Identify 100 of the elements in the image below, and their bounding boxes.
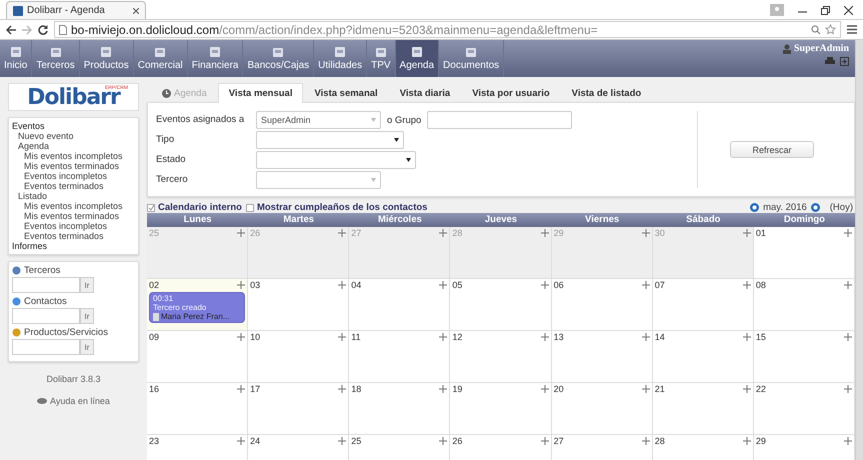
add-icon[interactable] [540,385,549,393]
day-cell[interactable]: 04 [349,279,450,331]
view-tab[interactable]: Vista semanal [303,83,389,103]
add-icon[interactable] [540,229,549,237]
add-icon[interactable] [642,333,650,341]
restore-icon[interactable] [821,6,830,14]
add-icon[interactable] [439,385,448,393]
day-cell[interactable]: 20 [552,383,653,435]
add-icon[interactable] [338,229,346,237]
view-tab[interactable]: Vista de listado [560,83,652,103]
top-menu-item[interactable]: Financiera [188,40,244,77]
add-icon[interactable] [742,385,751,393]
day-cell[interactable]: 18 [349,383,450,435]
add-icon[interactable] [237,437,246,445]
add-icon[interactable] [540,333,549,341]
add-icon[interactable] [844,437,852,445]
browser-tab[interactable]: Dolibarr - Agenda [6,1,146,19]
day-cell[interactable]: 02 00:31 Tercero creado Maria Perez Fran... [147,279,248,331]
top-menu-item[interactable]: Documentos [439,40,504,77]
day-cell[interactable]: 13 [552,331,653,383]
zoom-icon[interactable] [811,24,821,34]
add-icon[interactable] [439,437,448,445]
top-menu-item[interactable]: Bancos/Cajas [243,40,314,77]
add-icon[interactable] [844,281,852,289]
day-cell[interactable]: 21 [652,383,754,435]
sidebar-menu-item[interactable]: Nuevo evento [12,131,135,141]
search-field[interactable] [12,277,80,293]
go-button[interactable]: Ir [80,308,94,324]
day-cell[interactable]: 07 [652,279,754,331]
add-icon[interactable] [742,229,751,237]
sidebar-menu-item[interactable]: Mis eventos incompletos [12,151,135,161]
logout-icon[interactable] [840,57,849,66]
add-icon[interactable] [338,385,346,393]
day-cell[interactable]: 27 [552,435,653,460]
day-cell[interactable]: 10 [248,331,350,383]
scrollbar[interactable] [855,40,863,460]
top-menu-item[interactable]: Comercial [134,40,188,77]
top-menu-item[interactable]: Terceros [32,40,80,77]
day-cell[interactable]: 19 [450,383,552,435]
sidebar-menu-item[interactable]: Listado [12,191,135,201]
star-icon[interactable] [825,24,836,35]
address-bar[interactable]: bo-miviejo.on.dolicloud.com/comm/action/index.php?idmenu=5203&mainmenu=agenda&leftmenu= [54,21,841,38]
add-icon[interactable] [844,229,852,237]
day-cell[interactable]: 14 [652,331,754,383]
day-cell[interactable]: 06 [552,279,653,331]
previous-month-icon[interactable] [750,203,760,212]
sidebar-menu-item[interactable]: Eventos [12,121,135,131]
add-icon[interactable] [642,437,650,445]
add-icon[interactable] [338,333,346,341]
day-cell[interactable]: 01 [754,227,855,279]
today-link[interactable]: (Hoy) [830,202,853,213]
option-checkbox[interactable]: Mostrar cumpleaños de los contactos [246,202,428,213]
sidebar-menu-item[interactable]: Eventos terminados [12,181,135,191]
day-cell[interactable]: 16 [147,383,248,435]
sidebar-menu-item[interactable]: Mis eventos incompletos [12,201,135,211]
add-icon[interactable] [844,333,852,341]
sidebar-menu-item[interactable]: Informes [12,241,135,251]
add-icon[interactable] [439,333,448,341]
add-icon[interactable] [642,229,650,237]
print-icon[interactable] [825,57,835,66]
menu-icon[interactable] [847,25,857,34]
add-icon[interactable] [540,281,549,289]
next-month-icon[interactable] [810,203,820,212]
checkbox[interactable] [147,204,155,212]
go-button[interactable]: Ir [80,339,94,355]
day-cell[interactable]: 23 [147,435,248,460]
add-icon[interactable] [540,437,549,445]
help-link[interactable]: Ayuda en línea [50,396,110,406]
close-icon[interactable] [844,6,853,14]
add-icon[interactable] [237,333,246,341]
add-icon[interactable] [237,385,246,393]
day-cell[interactable]: 08 [754,279,855,331]
top-menu-item[interactable]: Inicio [0,40,32,77]
add-icon[interactable] [237,229,246,237]
add-icon[interactable] [237,281,246,289]
top-menu-item[interactable]: Utilidades [314,40,368,77]
option-checkbox[interactable]: Calendario interno [147,202,242,213]
reload-icon[interactable] [38,24,48,34]
back-icon[interactable] [6,24,16,34]
day-cell[interactable]: 26 [450,435,552,460]
sidebar-menu-item[interactable]: Eventos incompletos [12,221,135,231]
add-icon[interactable] [742,281,751,289]
sidebar-menu-item[interactable]: Mis eventos terminados [12,161,135,171]
day-cell[interactable]: 15 [754,331,855,383]
calendar-event[interactable]: 00:31 Tercero creado Maria Perez Fran... [149,292,246,323]
add-icon[interactable] [742,333,751,341]
day-cell[interactable]: 28 [652,435,754,460]
add-icon[interactable] [642,281,650,289]
search-field[interactable] [12,339,80,355]
view-tab[interactable]: Vista mensual [218,83,304,103]
day-cell[interactable]: 22 [754,383,855,435]
add-icon[interactable] [338,437,346,445]
checkbox[interactable] [246,204,254,212]
add-icon[interactable] [844,385,852,393]
go-button[interactable]: Ir [80,277,94,293]
add-icon[interactable] [338,281,346,289]
user-select[interactable]: SuperAdmin [256,111,381,129]
day-cell[interactable]: 09 [147,331,248,383]
day-cell[interactable]: 03 [248,279,350,331]
day-cell[interactable]: 12 [450,331,552,383]
